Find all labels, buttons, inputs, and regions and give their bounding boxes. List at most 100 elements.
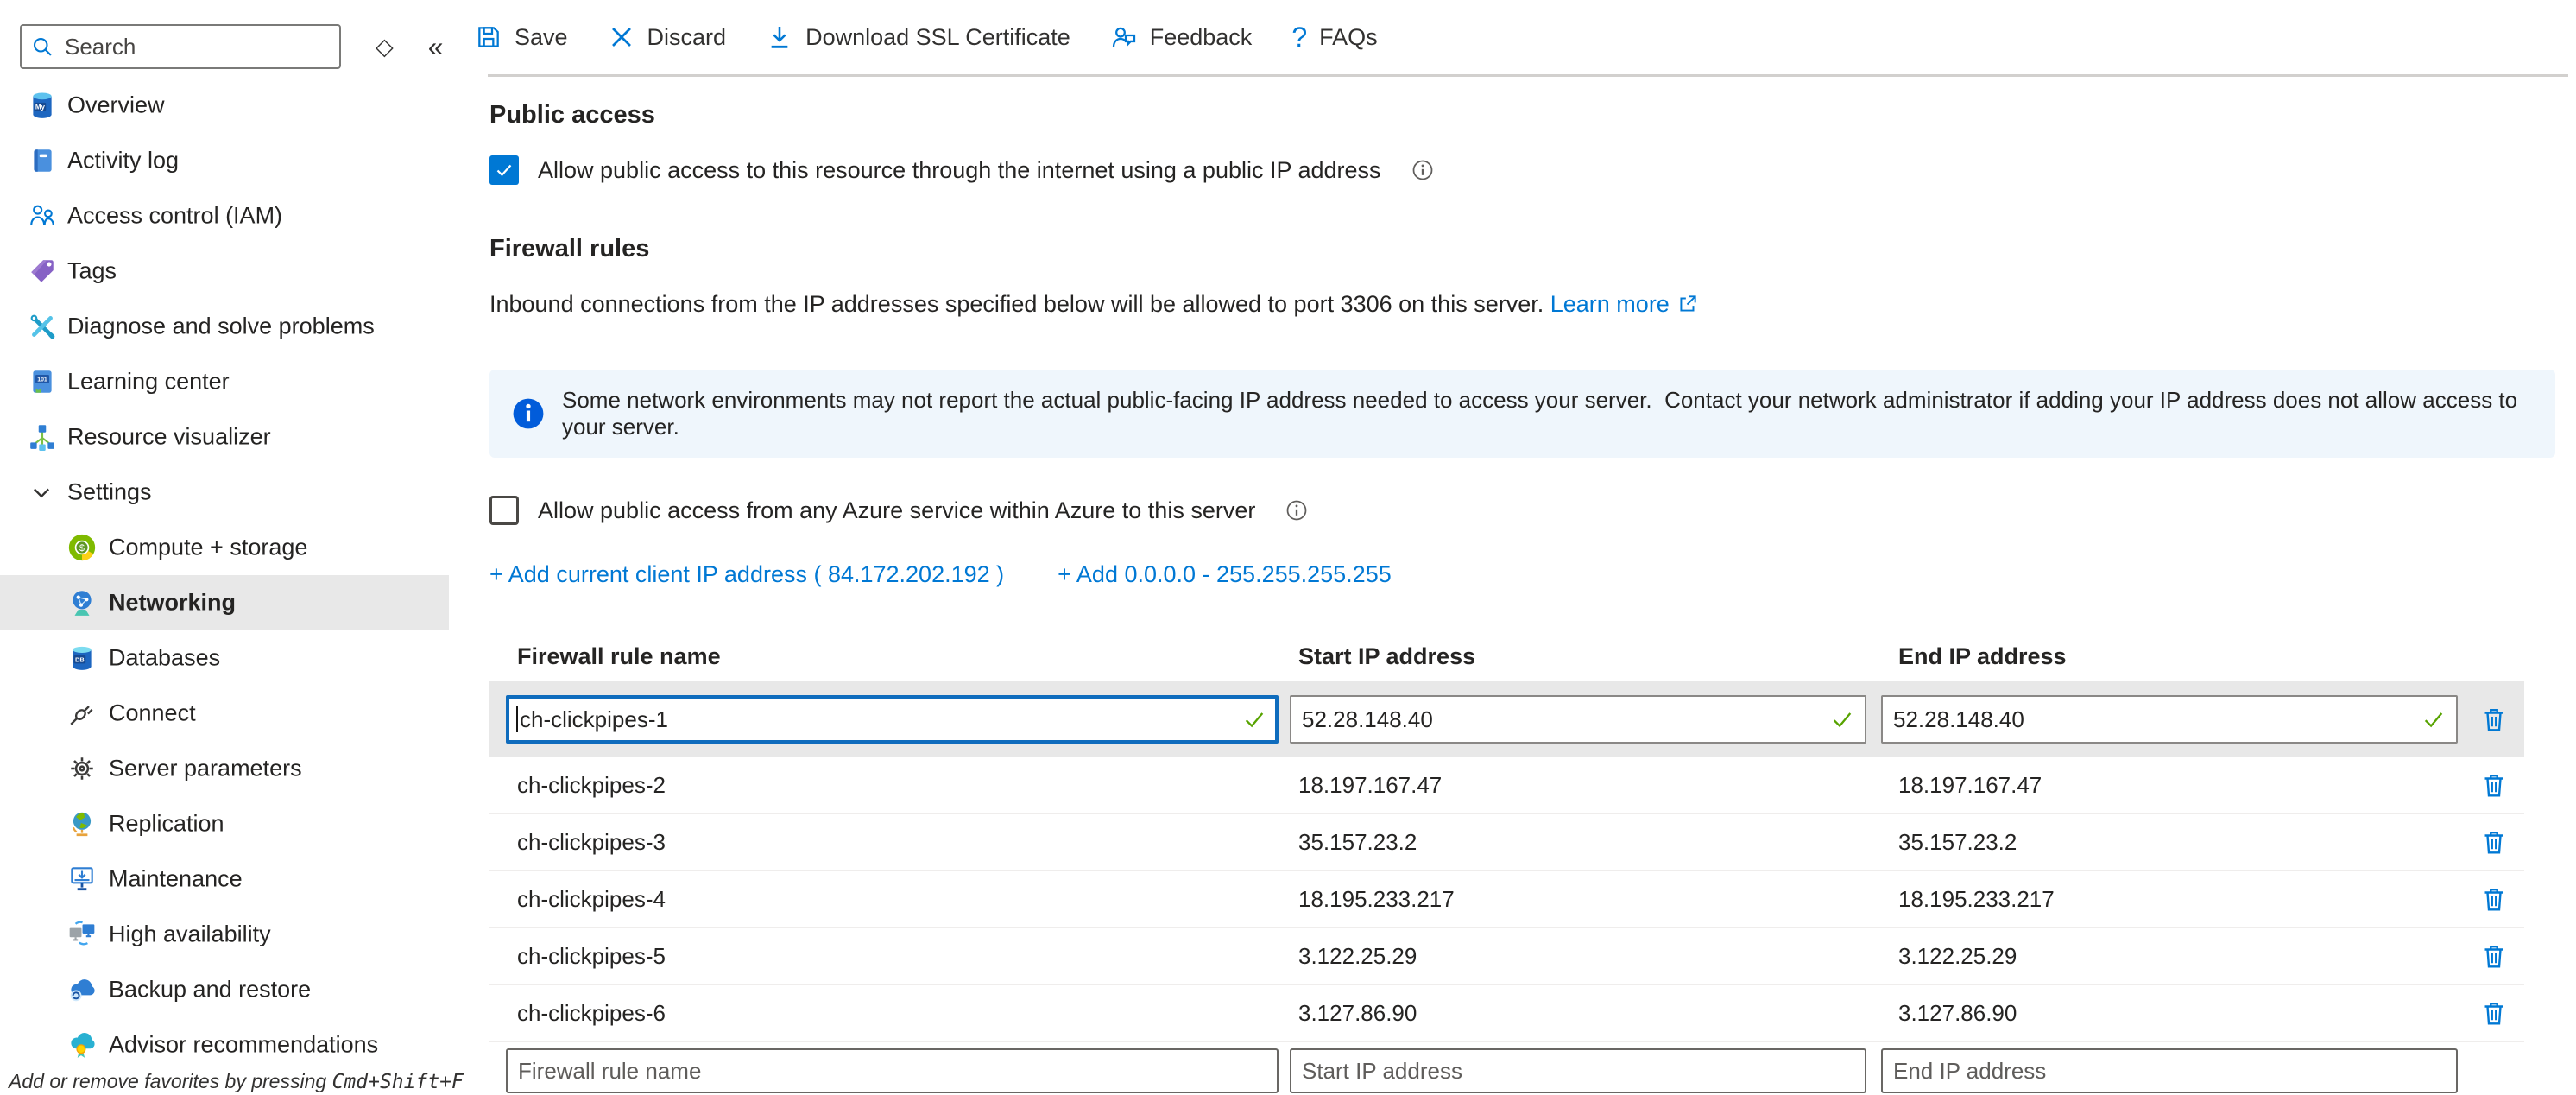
add-client-ip-link[interactable]: + Add current client IP address ( 84.172… bbox=[489, 561, 1004, 588]
download-ssl-label: Download SSL Certificate bbox=[805, 24, 1070, 51]
azure-services-checkbox[interactable] bbox=[489, 496, 519, 525]
azure-services-checkbox-label: Allow public access from any Azure servi… bbox=[538, 497, 1255, 524]
sidebar-item-label: Overview bbox=[67, 92, 165, 119]
download-icon bbox=[766, 23, 793, 51]
sidebar-item-label: Server parameters bbox=[109, 756, 302, 782]
connect-plug-icon bbox=[67, 699, 97, 728]
start-ip-cell: 3.122.25.29 bbox=[1290, 943, 1881, 970]
sidebar-item-compute-storage[interactable]: $ Compute + storage bbox=[0, 520, 458, 575]
sidebar-item-label: Diagnose and solve problems bbox=[67, 313, 375, 340]
sidebar-item-label: Access control (IAM) bbox=[67, 203, 282, 230]
rule-name-cell: ch-clickpipes-3 bbox=[489, 829, 1290, 856]
search-icon bbox=[30, 35, 54, 59]
delete-rule-button[interactable] bbox=[2475, 936, 2513, 976]
rule-name-cell: ch-clickpipes-2 bbox=[489, 772, 1290, 799]
feedback-button[interactable]: Feedback bbox=[1110, 23, 1253, 51]
text-caret bbox=[516, 706, 518, 732]
rule-name-cell: ch-clickpipes-5 bbox=[489, 943, 1290, 970]
rule-name-input[interactable] bbox=[506, 695, 1279, 744]
sidebar-search-box[interactable] bbox=[20, 24, 341, 69]
collapse-sidebar-icon[interactable]: « bbox=[428, 33, 444, 60]
sidebar-item-advisor[interactable]: Advisor recommendations bbox=[0, 1017, 458, 1073]
svg-text:DB: DB bbox=[75, 655, 85, 663]
sidebar-item-replication[interactable]: Replication bbox=[0, 796, 458, 851]
networking-pane: Save Discard Download SSL Certificate Fe… bbox=[458, 0, 2576, 1095]
favorites-hint-keys: Cmd+Shift+F bbox=[332, 1071, 464, 1093]
toolbar-divider bbox=[488, 74, 2568, 77]
start-ip-input[interactable] bbox=[1290, 695, 1866, 744]
sidebar-item-label: Resource visualizer bbox=[67, 424, 271, 451]
save-button[interactable]: Save bbox=[475, 23, 568, 51]
sidebar-item-backup-restore[interactable]: Backup and restore bbox=[0, 962, 458, 1017]
mysql-database-icon: My bbox=[28, 91, 57, 120]
info-banner: Some network environments may not report… bbox=[489, 370, 2555, 458]
add-all-ips-link[interactable]: + Add 0.0.0.0 - 255.255.255.255 bbox=[1058, 561, 1392, 588]
azure-services-row: Allow public access from any Azure servi… bbox=[489, 496, 2576, 525]
high-availability-icon bbox=[67, 920, 97, 949]
table-header-row: Firewall rule name Start IP address End … bbox=[489, 631, 2524, 681]
column-header-start-ip: Start IP address bbox=[1290, 643, 1881, 670]
new-rule-name-input[interactable] bbox=[506, 1048, 1279, 1093]
faqs-button[interactable]: ? FAQs bbox=[1291, 23, 1377, 51]
discard-label: Discard bbox=[647, 24, 727, 51]
sidebar-item-maintenance[interactable]: Maintenance bbox=[0, 851, 458, 907]
sidebar-item-databases[interactable]: DB Databases bbox=[0, 630, 458, 686]
delete-rule-button[interactable] bbox=[2475, 822, 2513, 862]
firewall-rules-heading: Firewall rules bbox=[489, 235, 2576, 263]
learn-more-link[interactable]: Learn more bbox=[1550, 291, 1699, 317]
sidebar-item-server-parameters[interactable]: Server parameters bbox=[0, 741, 458, 796]
firewall-rule-row: ch-clickpipes-2 18.197.167.47 18.197.167… bbox=[489, 757, 2524, 813]
favorites-hint-text: Add or remove favorites by pressing bbox=[9, 1070, 332, 1092]
sidebar-item-overview[interactable]: My Overview bbox=[0, 78, 458, 133]
sidebar-item-learning-center[interactable]: 101 Learning center bbox=[0, 354, 458, 409]
command-bar: Save Discard Download SSL Certificate Fe… bbox=[458, 0, 2576, 74]
resource-sidebar: ◇ « My Overview Activity log Access co bbox=[0, 0, 458, 1095]
compute-storage-icon: $ bbox=[67, 533, 97, 562]
delete-rule-button[interactable] bbox=[2475, 879, 2513, 919]
end-ip-cell: 3.122.25.29 bbox=[1881, 943, 2470, 970]
svg-text:My: My bbox=[35, 103, 46, 111]
sidebar-item-activity-log[interactable]: Activity log bbox=[0, 133, 458, 188]
new-start-ip-input[interactable] bbox=[1290, 1048, 1866, 1093]
discard-button[interactable]: Discard bbox=[608, 23, 727, 51]
sidebar-item-resource-visualizer[interactable]: Resource visualizer bbox=[0, 409, 458, 465]
sidebar-item-connect[interactable]: Connect bbox=[0, 686, 458, 741]
column-header-rule-name: Firewall rule name bbox=[489, 643, 1290, 670]
info-icon[interactable] bbox=[1411, 158, 1435, 182]
sidebar-item-tags[interactable]: Tags bbox=[0, 244, 458, 299]
info-icon[interactable] bbox=[1285, 498, 1309, 522]
sidebar-group-label: Settings bbox=[67, 479, 152, 506]
resource-visualizer-icon bbox=[28, 422, 57, 452]
firewall-rule-row: ch-clickpipes-6 3.127.86.90 3.127.86.90 bbox=[489, 984, 2524, 1041]
delete-rule-button[interactable] bbox=[2475, 765, 2513, 805]
sidebar-item-access-control[interactable]: Access control (IAM) bbox=[0, 188, 458, 244]
sidebar-item-label: Advisor recommendations bbox=[109, 1032, 378, 1059]
networking-content: Public access Allow public access to thi… bbox=[458, 101, 2576, 1095]
maintenance-icon bbox=[67, 864, 97, 894]
new-end-ip-input[interactable] bbox=[1881, 1048, 2458, 1093]
info-filled-icon bbox=[512, 397, 545, 430]
add-ip-links: + Add current client IP address ( 84.172… bbox=[489, 561, 2576, 588]
delete-rule-button[interactable] bbox=[2475, 699, 2513, 739]
firewall-rule-row: ch-clickpipes-4 18.195.233.217 18.195.23… bbox=[489, 870, 2524, 927]
sidebar-item-networking[interactable]: Networking bbox=[0, 575, 449, 630]
discard-x-icon bbox=[608, 23, 635, 51]
public-access-checkbox[interactable] bbox=[489, 155, 519, 185]
azure-networking-page: ◇ « My Overview Activity log Access co bbox=[0, 0, 2576, 1095]
save-icon bbox=[475, 23, 502, 51]
question-mark-icon: ? bbox=[1291, 23, 1307, 51]
new-rule-row bbox=[489, 1041, 2524, 1095]
public-access-row: Allow public access to this resource thr… bbox=[489, 155, 2576, 185]
diamond-icon[interactable]: ◇ bbox=[376, 35, 394, 59]
delete-rule-button[interactable] bbox=[2475, 993, 2513, 1033]
end-ip-input[interactable] bbox=[1881, 695, 2458, 744]
sidebar-item-high-availability[interactable]: High availability bbox=[0, 907, 458, 962]
chevron-down-icon bbox=[29, 480, 54, 504]
sidebar-group-settings[interactable]: Settings bbox=[0, 465, 458, 520]
sidebar-item-diagnose[interactable]: Diagnose and solve problems bbox=[0, 299, 458, 354]
download-ssl-button[interactable]: Download SSL Certificate bbox=[766, 23, 1070, 51]
public-access-checkbox-label: Allow public access to this resource thr… bbox=[538, 157, 1381, 184]
databases-icon: DB bbox=[67, 643, 97, 673]
search-input[interactable] bbox=[63, 33, 331, 61]
save-label: Save bbox=[515, 24, 568, 51]
